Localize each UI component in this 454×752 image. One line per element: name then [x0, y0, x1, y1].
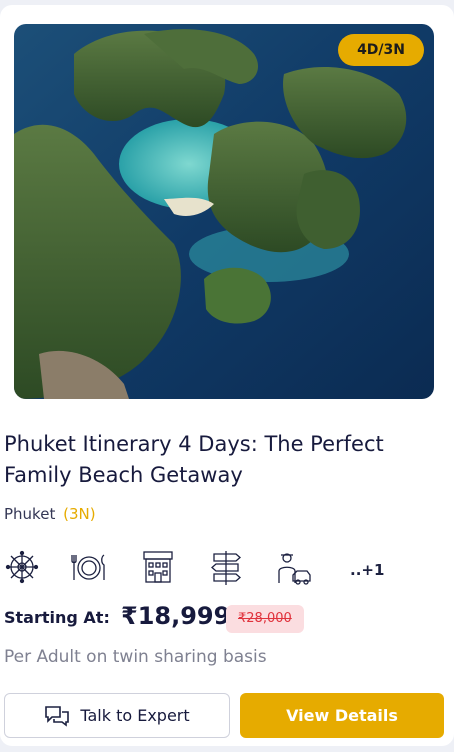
view-details-button[interactable]: View Details — [240, 693, 444, 738]
package-price: ₹18,999 — [121, 602, 231, 630]
price-basis: Per Adult on twin sharing basis — [4, 647, 267, 667]
starting-label: Starting At: — [4, 608, 110, 627]
sightseeing-icon — [4, 549, 44, 589]
amenities-row: ..+1 — [4, 549, 444, 593]
meals-icon — [70, 549, 110, 589]
location-nights: (3N) — [63, 505, 96, 523]
package-hero-image[interactable]: 4D/3N — [14, 24, 434, 399]
hotel-icon — [140, 549, 180, 589]
view-details-label: View Details — [286, 706, 398, 725]
talk-to-expert-button[interactable]: Talk to Expert — [4, 693, 230, 738]
package-title[interactable]: Phuket Itinerary 4 Days: The Perfect Fam… — [4, 429, 450, 491]
signpost-icon — [208, 549, 248, 589]
island-photo — [14, 24, 434, 399]
duration-badge: 4D/3N — [338, 34, 424, 66]
transfer-icon — [274, 549, 314, 589]
amenities-more[interactable]: ..+1 — [350, 561, 384, 579]
talk-to-expert-label: Talk to Expert — [80, 706, 190, 725]
chat-icon — [45, 705, 70, 727]
location-name: Phuket — [4, 505, 56, 523]
package-card: 4D/3N Phuket Itinerary 4 Days: The Perfe… — [0, 5, 454, 746]
package-location: Phuket (3N) — [4, 505, 96, 523]
original-price-badge: ₹28,000 — [226, 605, 304, 633]
